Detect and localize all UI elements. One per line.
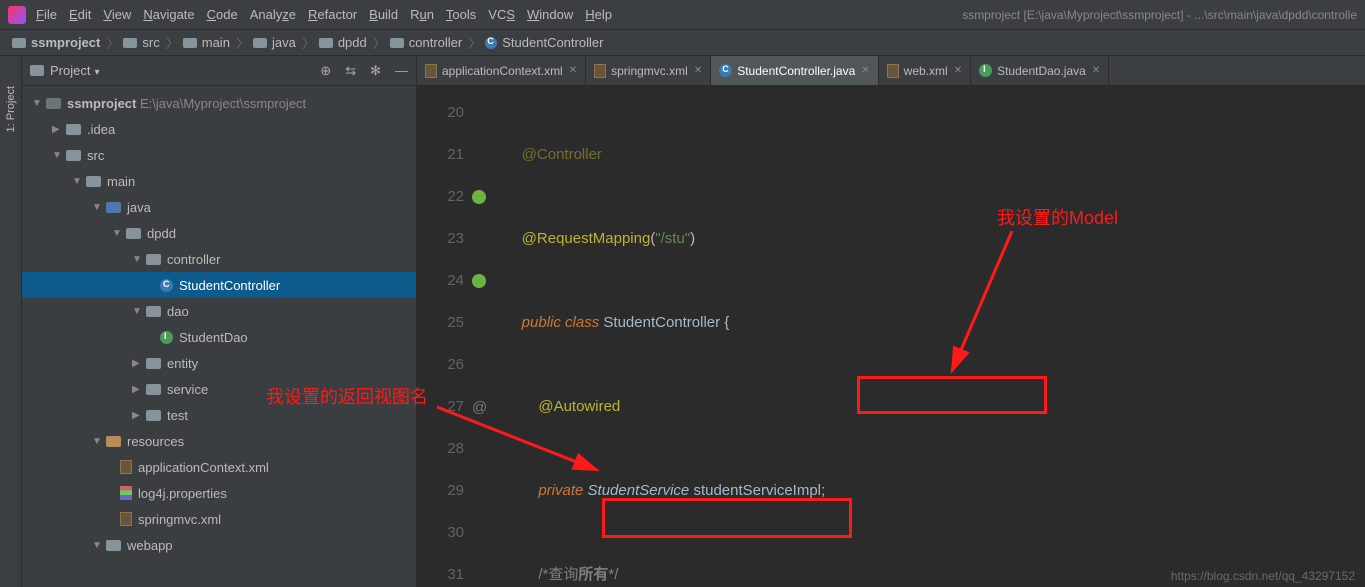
menu-navigate[interactable]: Navigate (143, 7, 194, 22)
tree-dao[interactable]: ▼dao (22, 298, 416, 324)
close-icon[interactable]: ✕ (569, 65, 577, 76)
tree-controller[interactable]: ▼controller (22, 246, 416, 272)
bc-root[interactable]: ssmproject (12, 35, 100, 50)
code-area[interactable]: 202122232425262728293031 @ @Controller @… (417, 86, 1365, 587)
tree-student-dao[interactable]: StudentDao (22, 324, 416, 350)
tree-service[interactable]: ▶service (22, 376, 416, 402)
tree-idea[interactable]: ▶.idea (22, 116, 416, 142)
tab-studentcontroller[interactable]: StudentController.java✕ (711, 56, 878, 85)
bc-dpdd[interactable]: dpdd (319, 35, 367, 50)
close-icon[interactable]: ✕ (694, 65, 702, 76)
expand-icon[interactable]: ⇆ (345, 63, 356, 79)
tree-test[interactable]: ▶test (22, 402, 416, 428)
close-icon[interactable]: ✕ (1092, 65, 1100, 76)
menu-refactor[interactable]: Refactor (308, 7, 357, 22)
bc-java[interactable]: java (253, 35, 296, 50)
settings-icon[interactable]: ✻ (370, 63, 381, 79)
menu-tools[interactable]: Tools (446, 7, 476, 22)
app-logo-icon (8, 6, 26, 24)
gutter-icons: @ (472, 86, 497, 587)
line-numbers: 202122232425262728293031 (417, 86, 472, 587)
bc-main[interactable]: main (183, 35, 230, 50)
menu-vcs[interactable]: VCS (488, 7, 515, 22)
tree-resources[interactable]: ▼resources (22, 428, 416, 454)
menu-run[interactable]: Run (410, 7, 434, 22)
menu-analyze[interactable]: Analyze (250, 7, 296, 22)
tab-appctx[interactable]: applicationContext.xml✕ (417, 56, 586, 85)
watermark: https://blog.csdn.net/qq_43297152 (1171, 569, 1355, 583)
menubar: File Edit View Navigate Code Analyze Ref… (0, 0, 1365, 30)
menu-window[interactable]: Window (527, 7, 573, 22)
tree-appctx[interactable]: applicationContext.xml (22, 454, 416, 480)
tree-main[interactable]: ▼main (22, 168, 416, 194)
menu-help[interactable]: Help (585, 7, 612, 22)
tree-entity[interactable]: ▶entity (22, 350, 416, 376)
menu-file[interactable]: File (36, 7, 57, 22)
tab-studentdao[interactable]: StudentDao.java✕ (971, 56, 1109, 85)
editor: applicationContext.xml✕ springmvc.xml✕ S… (417, 56, 1365, 587)
spring-bean-icon[interactable] (472, 274, 486, 288)
tree-src[interactable]: ▼src (22, 142, 416, 168)
menu-edit[interactable]: Edit (69, 7, 91, 22)
tree-java[interactable]: ▼java (22, 194, 416, 220)
folder-icon (30, 65, 44, 76)
tab-webxml[interactable]: web.xml✕ (879, 56, 971, 85)
menu-code[interactable]: Code (207, 7, 238, 22)
tool-window-tab[interactable]: 1: Project (0, 56, 22, 587)
bc-controller[interactable]: controller (390, 35, 462, 50)
tree-log4j[interactable]: log4j.properties (22, 480, 416, 506)
bc-src[interactable]: src (123, 35, 159, 50)
code-content[interactable]: @Controller @RequestMapping("/stu") publ… (497, 86, 1365, 587)
bc-class[interactable]: StudentController (485, 35, 603, 50)
breadcrumbs: ssmproject〉 src〉 main〉 java〉 dpdd〉 contr… (0, 30, 1365, 56)
project-tree[interactable]: ▼ssmproject E:\java\Myproject\ssmproject… (22, 86, 416, 587)
editor-tabs: applicationContext.xml✕ springmvc.xml✕ S… (417, 56, 1365, 86)
spring-bean-icon[interactable] (472, 190, 486, 204)
project-panel-header: Project ⊕ ⇆ ✻ — (22, 56, 416, 86)
menu-view[interactable]: View (103, 7, 131, 22)
mapping-icon[interactable]: @ (472, 399, 487, 416)
menu-build[interactable]: Build (369, 7, 398, 22)
project-view-dropdown[interactable]: Project (50, 63, 100, 78)
window-title: ssmproject [E:\java\Myproject\ssmproject… (962, 8, 1357, 22)
close-icon[interactable]: ✕ (954, 65, 962, 76)
tree-springmvc[interactable]: springmvc.xml (22, 506, 416, 532)
tree-root[interactable]: ▼ssmproject E:\java\Myproject\ssmproject (22, 90, 416, 116)
hide-icon[interactable]: — (395, 63, 408, 79)
project-panel: Project ⊕ ⇆ ✻ — ▼ssmproject E:\java\Mypr… (22, 56, 417, 587)
tree-webapp[interactable]: ▼webapp (22, 532, 416, 558)
tree-dpdd[interactable]: ▼dpdd (22, 220, 416, 246)
tree-student-controller[interactable]: StudentController (22, 272, 416, 298)
locate-icon[interactable]: ⊕ (320, 63, 331, 79)
close-icon[interactable]: ✕ (861, 65, 869, 76)
tab-springmvc[interactable]: springmvc.xml✕ (586, 56, 711, 85)
